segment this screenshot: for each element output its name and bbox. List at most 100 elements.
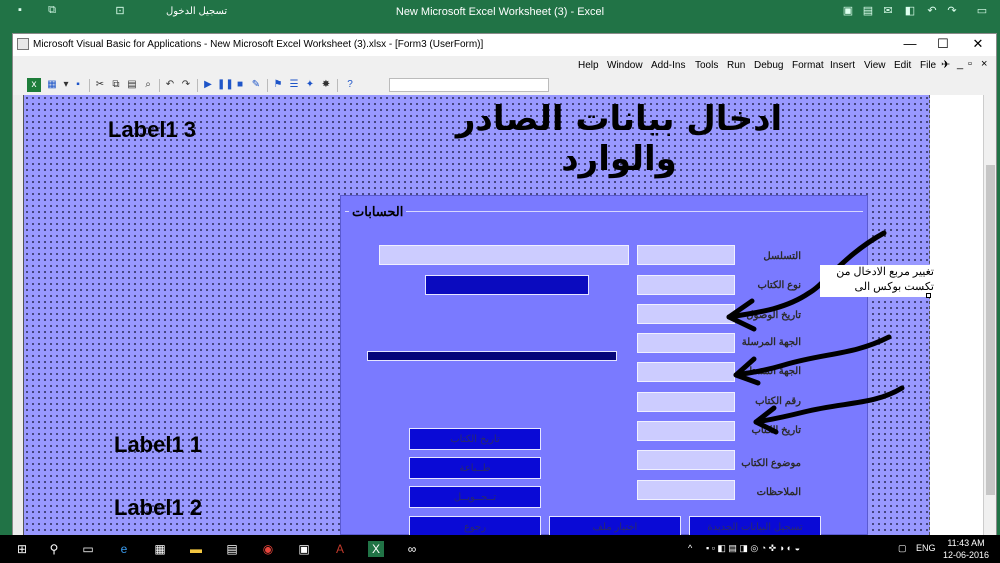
tray-chevron-icon[interactable]: ^	[688, 543, 692, 553]
toolbar-icon-3[interactable]: ✉	[880, 4, 896, 20]
child-minimize-button[interactable]: _	[957, 58, 963, 70]
design-mode-icon[interactable]: ✎	[249, 78, 263, 92]
note-line-1: تغيير مربع الادخال من	[836, 266, 934, 278]
excel-view-icon[interactable]: x	[27, 78, 41, 92]
insert-userform-icon[interactable]: ▦	[45, 78, 59, 92]
save-quick-icon[interactable]: ▭	[974, 4, 990, 20]
child-restore-button[interactable]: ▫	[968, 58, 972, 70]
run-icon[interactable]: ▶	[201, 78, 215, 92]
store-icon[interactable]: ▦	[152, 541, 168, 557]
redo-arrow-icon[interactable]: ↷	[944, 4, 960, 20]
menu-format[interactable]: Format	[792, 60, 824, 71]
label1-3[interactable]: Label1 3	[108, 117, 196, 143]
properties-icon[interactable]: ☰	[287, 78, 301, 92]
maximize-button[interactable]: ☐	[928, 36, 958, 52]
vbe-window: Microsoft Visual Basic for Applications …	[12, 33, 997, 535]
frame-border	[345, 211, 863, 212]
menu-bar: Help Window Add-Ins Tools Run Debug Form…	[13, 56, 996, 76]
vba-app-icon	[17, 38, 29, 50]
toolbar-icon-2[interactable]: ▤	[860, 4, 876, 20]
clock-time: 11:43 AM	[947, 538, 985, 548]
note-line-2: تكست بوكس الى	[854, 281, 934, 293]
reset-icon[interactable]: ■	[233, 78, 247, 92]
project-explorer-icon[interactable]: ⚑	[271, 78, 285, 92]
vbe-title-bar: Microsoft Visual Basic for Applications …	[13, 34, 996, 56]
menu-window[interactable]: Window	[607, 60, 643, 71]
vbe-window-title: Microsoft Visual Basic for Applications …	[33, 39, 484, 50]
frame-caption: الحسابات	[349, 204, 407, 220]
userform-canvas[interactable]: ادخال بيانات الصادر والوارد Label1 3 Lab…	[23, 95, 938, 535]
input-language[interactable]: ENG	[916, 543, 936, 553]
toolbar-icon-1[interactable]: ▣	[840, 4, 856, 20]
find-icon[interactable]: ⌕	[141, 78, 155, 92]
close-button[interactable]: ✕	[963, 36, 993, 52]
form-designer-area: ادخال بيانات الصادر والوارد Label1 3 Lab…	[13, 95, 983, 535]
separator	[337, 79, 338, 92]
chrome-icon[interactable]: ◉	[260, 541, 276, 557]
label1-2[interactable]: Label1 2	[114, 495, 202, 521]
edge-icon[interactable]: e	[116, 541, 132, 557]
arrow-to-sender	[733, 334, 892, 378]
transfer-button[interactable]: تــحــويــل	[409, 486, 541, 508]
save-new-data-button[interactable]: تسجيل البيانات الجديدة	[689, 516, 821, 535]
file-explorer-icon[interactable]: ▬	[188, 541, 204, 557]
search-icon[interactable]: ⚲	[46, 541, 62, 557]
vba-taskbar-icon[interactable]: ∞	[404, 541, 420, 557]
vertical-scrollbar[interactable]	[983, 95, 996, 535]
excel-taskbar-icon[interactable]: X	[368, 541, 384, 557]
annotation-arrows	[726, 230, 892, 386]
menu-tools[interactable]: Tools	[695, 60, 718, 71]
menu-add-ins[interactable]: Add-Ins	[651, 60, 685, 71]
minimize-button[interactable]: —	[895, 36, 925, 51]
start-icon[interactable]: ⊞	[14, 541, 30, 557]
toolbar-icon-4[interactable]: ◧	[902, 4, 918, 20]
choose-file-button[interactable]: اختيار ملف	[549, 516, 681, 535]
book-date-button[interactable]: تاريخ الكتاب	[409, 428, 541, 450]
resize-handle-right[interactable]	[926, 293, 931, 298]
toolbox-icon[interactable]: ✸	[319, 78, 333, 92]
blue-box-1[interactable]	[425, 275, 589, 295]
menu-run[interactable]: Run	[727, 60, 745, 71]
excel-title-bar: ▪ ⧉ ⊡ تسجيل الدخول New Microsoft Excel W…	[0, 0, 1000, 26]
scrollbar-thumb[interactable]	[986, 165, 995, 495]
menu-debug[interactable]: Debug	[754, 60, 783, 71]
tray-icons[interactable]: ▪ ▫ ◧ ▤ ◨ ◎ ◔ ✜ ◑ ◐ ◒	[706, 543, 800, 554]
print-button[interactable]: طــباعة	[409, 457, 541, 479]
calculator-icon[interactable]: ▤	[224, 541, 240, 557]
child-close-button[interactable]: ×	[981, 58, 987, 70]
separator	[197, 79, 198, 92]
menu-insert[interactable]: Insert	[830, 60, 855, 71]
designer-icon[interactable]: ✈	[941, 58, 950, 71]
wide-textbox[interactable]	[379, 245, 629, 265]
task-view-icon[interactable]: ▭	[80, 541, 96, 557]
clock[interactable]: 11:43 AM 12-06-2016	[934, 537, 998, 561]
cut-icon[interactable]: ✂	[93, 78, 107, 92]
menu-file[interactable]: File	[920, 60, 936, 71]
menu-edit[interactable]: Edit	[894, 60, 911, 71]
standard-toolbar: x ▦ ▾ ▪ ✂ ⧉ ▤ ⌕ ↶ ↷ ▶ ❚❚ ■ ✎ ⚑ ☰ ✦ ✸ ?	[13, 76, 996, 95]
separator	[267, 79, 268, 92]
label1-1[interactable]: Label1 1	[114, 432, 202, 458]
separator	[159, 79, 160, 92]
undo-arrow-icon[interactable]: ↶	[924, 4, 940, 20]
notification-icon[interactable]: ▢	[898, 543, 907, 554]
help-icon[interactable]: ?	[343, 78, 357, 92]
back-button[interactable]: رجوع	[409, 516, 541, 535]
copy-icon[interactable]: ⧉	[109, 78, 123, 92]
label-notes: الملاحظات	[756, 487, 801, 498]
menu-help[interactable]: Help	[578, 60, 599, 71]
blue-bar[interactable]	[367, 351, 617, 361]
break-icon[interactable]: ❚❚	[217, 78, 234, 92]
access-icon[interactable]: A	[332, 541, 348, 557]
menu-view[interactable]: View	[864, 60, 886, 71]
paste-icon[interactable]: ▤	[125, 78, 139, 92]
windows-taskbar: ⊞ ⚲ ▭ e ▦ ▬ ▤ ◉ ▣ A X ∞ ^ ▪ ▫ ◧ ▤ ◨ ◎ ◔ …	[0, 535, 1000, 563]
annotation-arrow-3	[753, 385, 905, 435]
redo-icon[interactable]: ↷	[179, 78, 193, 92]
undo-icon[interactable]: ↶	[163, 78, 177, 92]
form-heading: ادخال بيانات الصادر والوارد	[455, 99, 783, 179]
annotation-note: تغيير مربع الادخال من تكست بوكس الى	[820, 265, 938, 297]
app-icon[interactable]: ▣	[296, 541, 312, 557]
object-browser-icon[interactable]: ✦	[303, 78, 317, 92]
save-icon[interactable]: ▪	[71, 78, 85, 92]
